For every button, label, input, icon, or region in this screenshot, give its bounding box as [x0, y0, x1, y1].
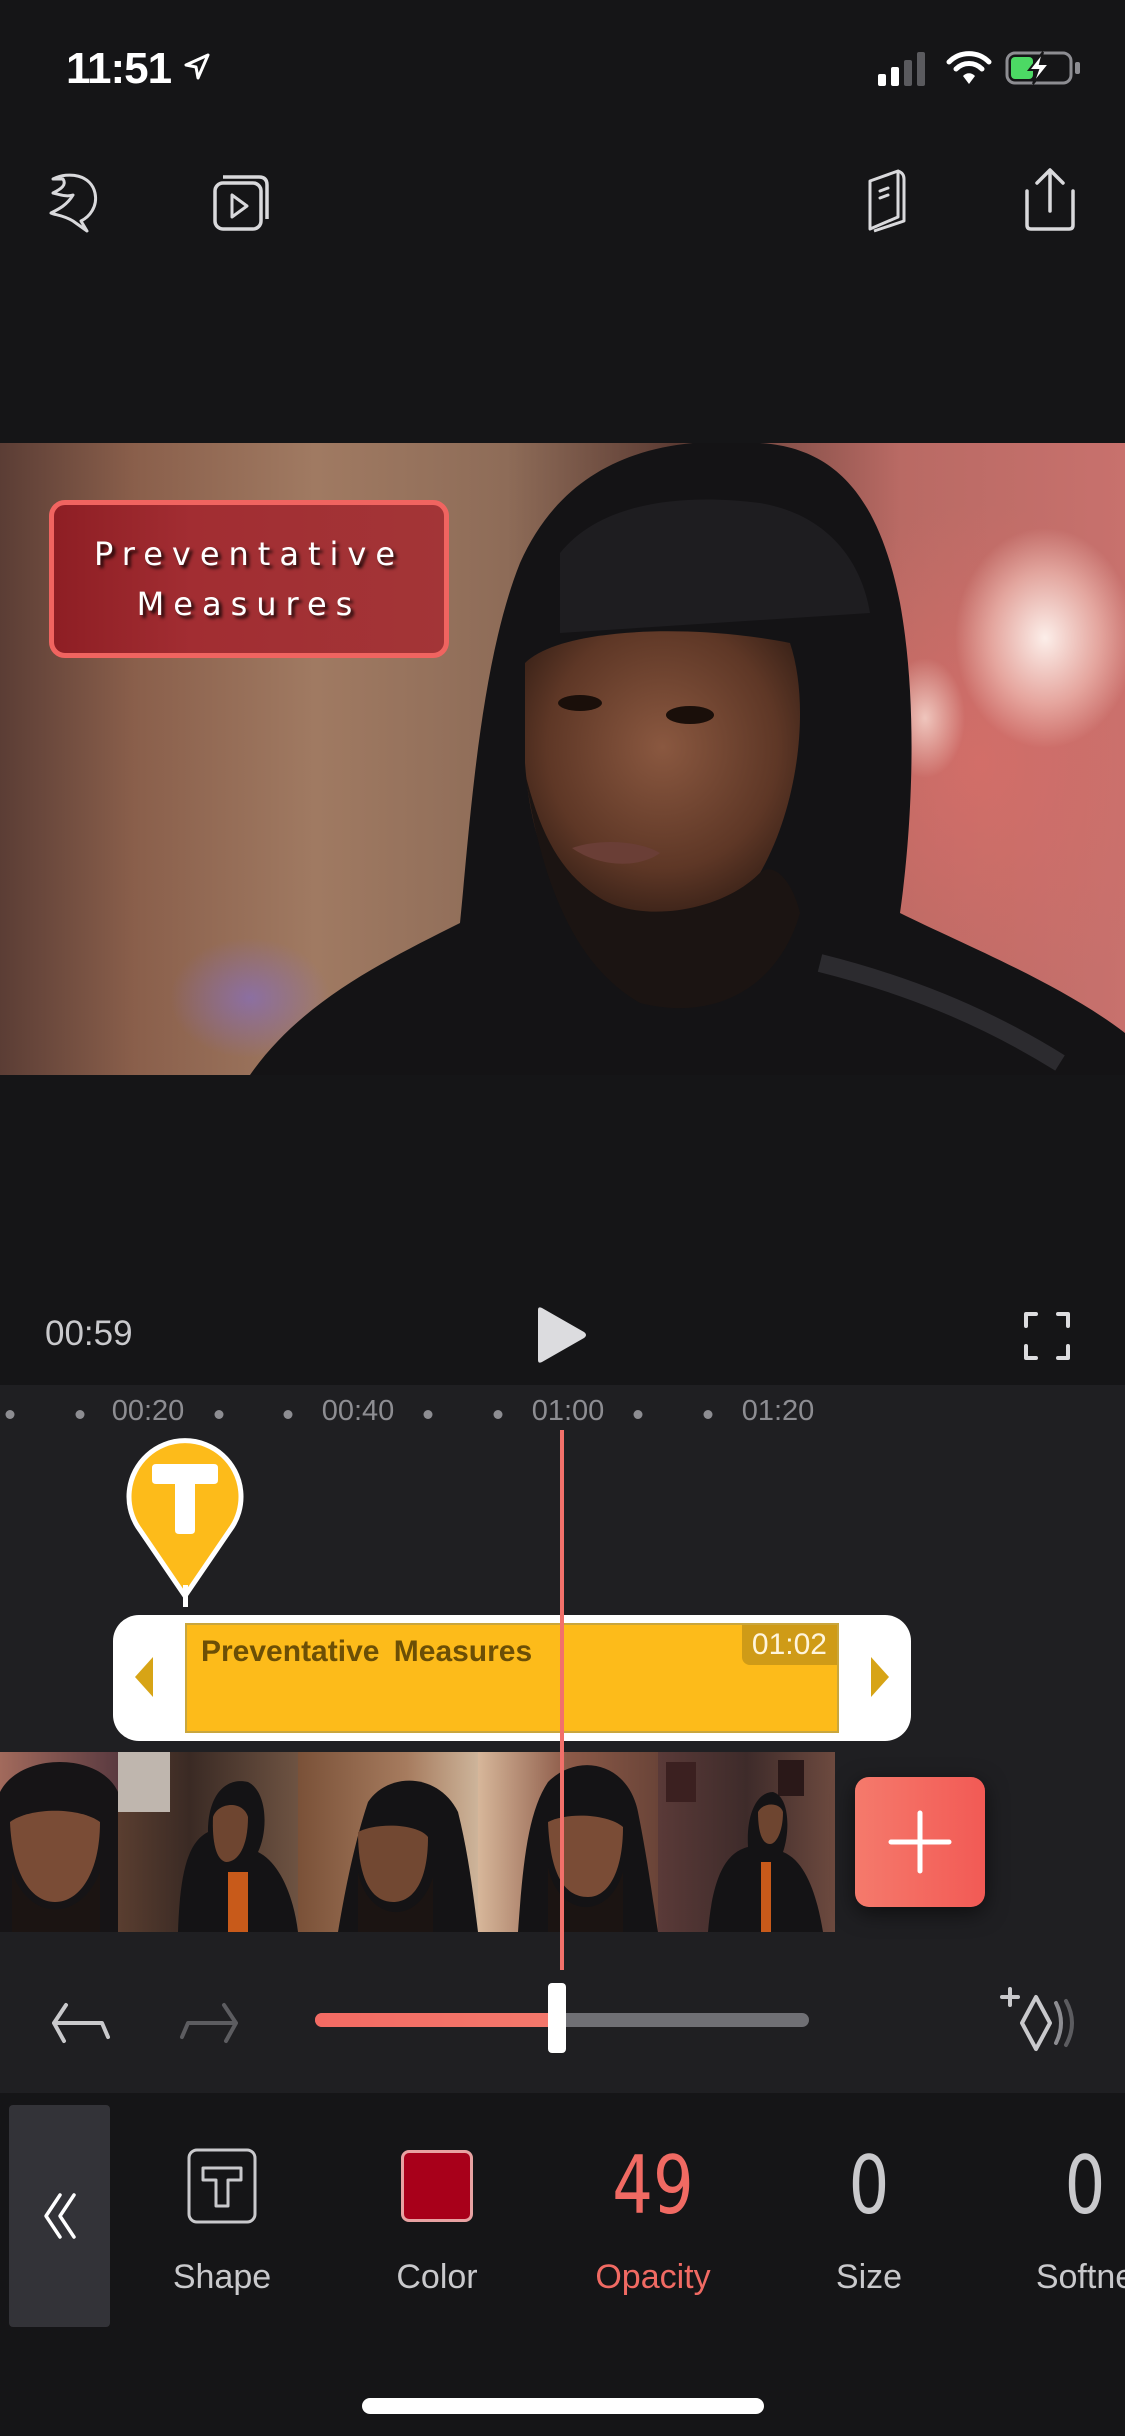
- fullscreen-icon[interactable]: [1022, 1310, 1072, 1362]
- text-marker-pin[interactable]: [124, 1430, 246, 1600]
- text-clip-track: Preventative Measures 01:02: [113, 1615, 911, 1741]
- prop-size-visual: 0: [844, 2146, 895, 2226]
- text-shape-icon: [187, 2148, 257, 2224]
- status-bar: 11:51: [0, 0, 1125, 130]
- guide-button[interactable]: [847, 160, 927, 240]
- prop-opacity-value: 49: [612, 2139, 694, 2232]
- prop-shape[interactable]: Shape: [142, 2138, 302, 2308]
- prop-shape-visual: [186, 2146, 258, 2226]
- prop-size[interactable]: 0 Size: [789, 2138, 949, 2308]
- trim-handle-right-icon[interactable]: [869, 1655, 891, 1699]
- prop-color-visual: [401, 2146, 473, 2226]
- redo-icon[interactable]: [176, 1997, 242, 2049]
- ruler-label: 01:00: [531, 1395, 605, 1427]
- share-export-icon: [1025, 168, 1075, 231]
- properties-bar: Shape Color 49 Opacity 0 Size 0 Softne: [0, 2093, 1125, 2436]
- guide-book-icon: [868, 169, 906, 233]
- play-icon[interactable]: [530, 1304, 590, 1366]
- video-thumbnail: [118, 1752, 298, 1932]
- timeline-zoom-slider[interactable]: [315, 1983, 809, 2057]
- prop-opacity-visual: 49: [602, 2146, 704, 2226]
- double-chevron-left-icon: [43, 2193, 76, 2239]
- app-logo-icon: [49, 173, 98, 233]
- slider-thumb[interactable]: [548, 1983, 567, 2053]
- ruler-dot: [75, 1410, 85, 1419]
- app-logo-button[interactable]: [36, 160, 116, 240]
- text-overlay-box[interactable]: Preventative Measures: [49, 500, 449, 658]
- ruler-dot: [283, 1410, 293, 1419]
- ruler-label: 00:20: [111, 1395, 185, 1427]
- playback-controls: 00:59: [0, 1290, 1125, 1380]
- ruler-label: 01:20: [741, 1395, 815, 1427]
- top-toolbar: [0, 150, 1125, 250]
- add-clip-button[interactable]: [855, 1777, 985, 1907]
- current-time: 00:59: [45, 1314, 133, 1353]
- prop-shape-label: Shape: [172, 2258, 272, 2296]
- video-thumbnail: [0, 1752, 118, 1932]
- video-thumbnail: [478, 1752, 658, 1932]
- prop-softness-value: 0: [1064, 2139, 1106, 2232]
- video-thumbnail: [658, 1752, 835, 1932]
- home-indicator: [362, 2398, 764, 2414]
- status-time: 11:51: [66, 44, 172, 93]
- text-clip-duration: 01:02: [741, 1625, 837, 1665]
- slider-fill: [315, 2013, 558, 2027]
- color-swatch: [401, 2150, 473, 2222]
- ruler-dot: [633, 1410, 643, 1419]
- ruler-dot: [214, 1410, 224, 1419]
- marker-stem: [183, 1585, 188, 1607]
- add-keyframe-icon[interactable]: [1000, 1985, 1080, 2055]
- collapse-panel-button[interactable]: [9, 2105, 110, 2327]
- ruler-label: 00:40: [321, 1395, 395, 1427]
- ruler-dot: [5, 1410, 15, 1419]
- prop-opacity-label: Opacity: [595, 2258, 711, 2296]
- location-arrow-icon: [184, 53, 210, 80]
- prop-size-label: Size: [835, 2258, 903, 2296]
- overlay-text-line-2: Measures: [136, 585, 362, 623]
- plus-icon: [888, 1810, 952, 1874]
- prop-softness-label: Softne: [1035, 2258, 1125, 2296]
- projects-button[interactable]: [200, 160, 280, 240]
- text-clip[interactable]: Preventative Measures 01:02: [185, 1623, 839, 1733]
- text-clip-title: Preventative Measures: [201, 1635, 533, 1668]
- battery-charging-icon: [1005, 51, 1080, 85]
- prop-size-value: 0: [848, 2139, 890, 2232]
- cellular-signal-icon: [878, 52, 925, 86]
- prop-color-label: Color: [396, 2258, 478, 2296]
- video-clip-strip[interactable]: [0, 1752, 835, 1932]
- share-export-button[interactable]: [1010, 160, 1090, 240]
- ruler-dot: [493, 1410, 503, 1419]
- video-thumbnail: [298, 1752, 478, 1932]
- video-preview[interactable]: Preventative Measures: [0, 443, 1125, 1075]
- overlay-text-line-1: Preventative: [94, 535, 404, 573]
- ruler-dot: [423, 1410, 433, 1419]
- undo-icon[interactable]: [48, 1997, 114, 2049]
- wifi-icon: [946, 51, 992, 84]
- prop-opacity[interactable]: 49 Opacity: [573, 2138, 733, 2308]
- ruler-dot: [703, 1410, 713, 1419]
- preview-projects-icon: [213, 175, 269, 231]
- playhead[interactable]: [560, 1430, 564, 1970]
- prop-color[interactable]: Color: [357, 2138, 517, 2308]
- prop-softness-visual: 0: [1060, 2146, 1111, 2226]
- trim-handle-left-icon[interactable]: [133, 1655, 155, 1699]
- timeline: 00:20 00:40 01:00 01:20 Preventative Mea…: [0, 1385, 1125, 2093]
- prop-softness[interactable]: 0 Softne: [1005, 2138, 1125, 2308]
